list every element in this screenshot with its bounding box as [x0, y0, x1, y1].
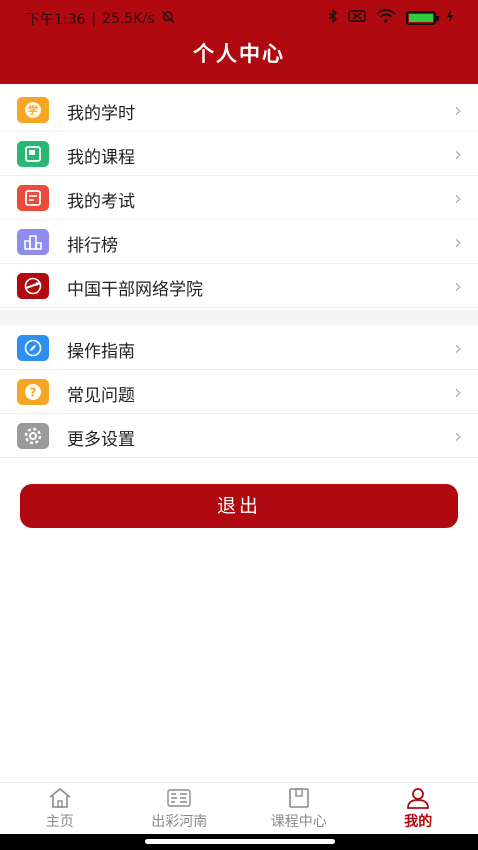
- tab-label-henan: 出彩河南: [151, 814, 208, 830]
- menu-label-study-hours: 我的学时: [67, 104, 135, 124]
- settings-icon: [17, 423, 49, 449]
- menu-label-settings: 更多设置: [67, 430, 135, 450]
- tab-label-home: 主页: [45, 814, 74, 830]
- bluetooth-icon: [328, 8, 338, 27]
- chevron-right-icon: ›: [454, 142, 462, 166]
- menu-item-cadre-academy[interactable]: 中国干部网络学院 ›: [0, 264, 478, 308]
- tab-label-profile: 我的: [404, 814, 433, 830]
- profile-icon: [404, 787, 432, 809]
- home-icon: [46, 787, 74, 809]
- menu-group-primary: 学 我的学时 › 我的课程 › 我的考试 › 排行榜 › 中国干部网络学院 ›: [0, 88, 478, 308]
- status-time: 下午1:36: [26, 12, 86, 28]
- tab-profile[interactable]: 我的: [359, 783, 478, 834]
- status-speed: 25.5K/s: [102, 11, 155, 27]
- study-hours-icon: 学: [17, 97, 49, 123]
- chevron-right-icon: ›: [454, 186, 462, 210]
- ranking-icon: [17, 229, 49, 255]
- tab-home[interactable]: 主页: [0, 783, 120, 834]
- svg-text:学: 学: [28, 104, 38, 117]
- battery-icon: [406, 11, 439, 25]
- charging-icon: [446, 9, 454, 27]
- chevron-right-icon: ›: [454, 424, 462, 448]
- menu-item-faq[interactable]: ? 常见问题 ›: [0, 370, 478, 414]
- chevron-right-icon: ›: [454, 380, 462, 404]
- menu-item-my-exams[interactable]: 我的考试 ›: [0, 176, 478, 220]
- tab-label-course-center: 课程中心: [270, 814, 327, 830]
- chevron-right-icon: ›: [454, 230, 462, 254]
- menu-label-my-courses: 我的课程: [67, 148, 135, 168]
- exam-icon: [17, 185, 49, 211]
- logout-button[interactable]: 退出: [20, 484, 458, 528]
- app-header: 下午1:36 | 25.5K/s 个人中心: [0, 0, 478, 84]
- compass-icon: [17, 335, 49, 361]
- menu-item-study-hours[interactable]: 学 我的学时 ›: [0, 88, 478, 132]
- svg-text:?: ?: [30, 386, 37, 400]
- tab-course-center[interactable]: 课程中心: [239, 783, 359, 834]
- menu-label-faq: 常见问题: [67, 386, 135, 406]
- page-title: 个人中心: [193, 42, 285, 66]
- sim-icon: [348, 9, 366, 27]
- chevron-right-icon: ›: [454, 274, 462, 298]
- mute-bell-icon: [161, 10, 175, 28]
- menu-label-my-exams: 我的考试: [67, 192, 135, 212]
- chevron-right-icon: ›: [454, 336, 462, 360]
- menu-item-settings[interactable]: 更多设置 ›: [0, 414, 478, 458]
- menu-item-my-courses[interactable]: 我的课程 ›: [0, 132, 478, 176]
- course-icon: [17, 141, 49, 167]
- menu-group-secondary: 操作指南 › ? 常见问题 › 更多设置 ›: [0, 326, 478, 458]
- status-bar: 下午1:36 | 25.5K/s: [0, 0, 478, 34]
- question-icon: ?: [17, 379, 49, 405]
- menu-item-ranking[interactable]: 排行榜 ›: [0, 220, 478, 264]
- chevron-right-icon: ›: [454, 98, 462, 122]
- section-divider: [0, 310, 478, 326]
- bottom-tab-bar: 主页 出彩河南 课程中心 我的: [0, 782, 478, 834]
- home-indicator[interactable]: [145, 839, 335, 844]
- menu-label-cadre-academy: 中国干部网络学院: [67, 280, 203, 300]
- tab-henan[interactable]: 出彩河南: [120, 783, 240, 834]
- wifi-icon: [376, 9, 396, 27]
- henan-icon: [165, 787, 193, 809]
- course-center-icon: [285, 787, 313, 809]
- menu-label-guide: 操作指南: [67, 342, 135, 362]
- cadre-academy-icon: [17, 273, 49, 299]
- menu-item-guide[interactable]: 操作指南 ›: [0, 326, 478, 370]
- menu-label-ranking: 排行榜: [67, 236, 118, 256]
